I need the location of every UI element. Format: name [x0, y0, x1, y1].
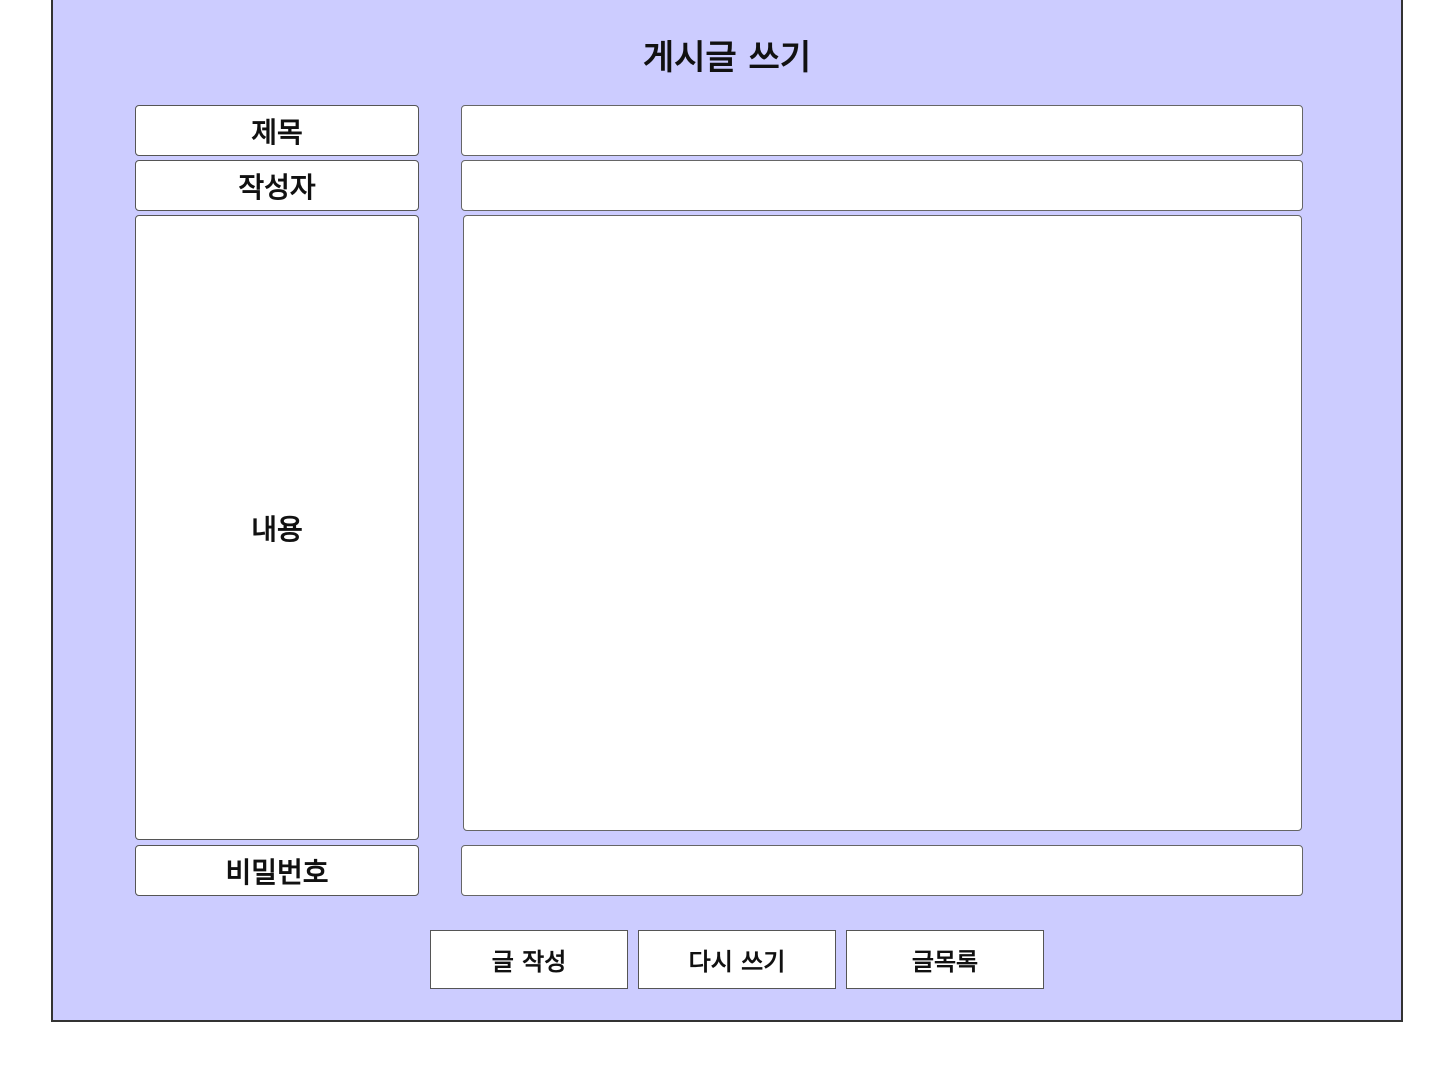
password-label: 비밀번호	[135, 845, 419, 896]
title-input[interactable]	[461, 105, 1303, 156]
content-label: 내용	[135, 215, 419, 840]
page-title: 게시글 쓰기	[642, 38, 812, 78]
author-input[interactable]	[461, 160, 1303, 211]
title-label: 제목	[135, 105, 419, 156]
author-label: 작성자	[135, 160, 419, 211]
submit-button[interactable]: 글 작성	[430, 930, 628, 989]
content-textarea[interactable]	[463, 215, 1302, 831]
list-button[interactable]: 글목록	[846, 930, 1044, 989]
write-form-panel: 게시글 쓰기 제목 작성자 내용 비밀번호 글 작성 다시 쓰기 글목록	[51, 0, 1403, 1022]
reset-button[interactable]: 다시 쓰기	[638, 930, 836, 989]
password-input[interactable]	[461, 845, 1303, 896]
